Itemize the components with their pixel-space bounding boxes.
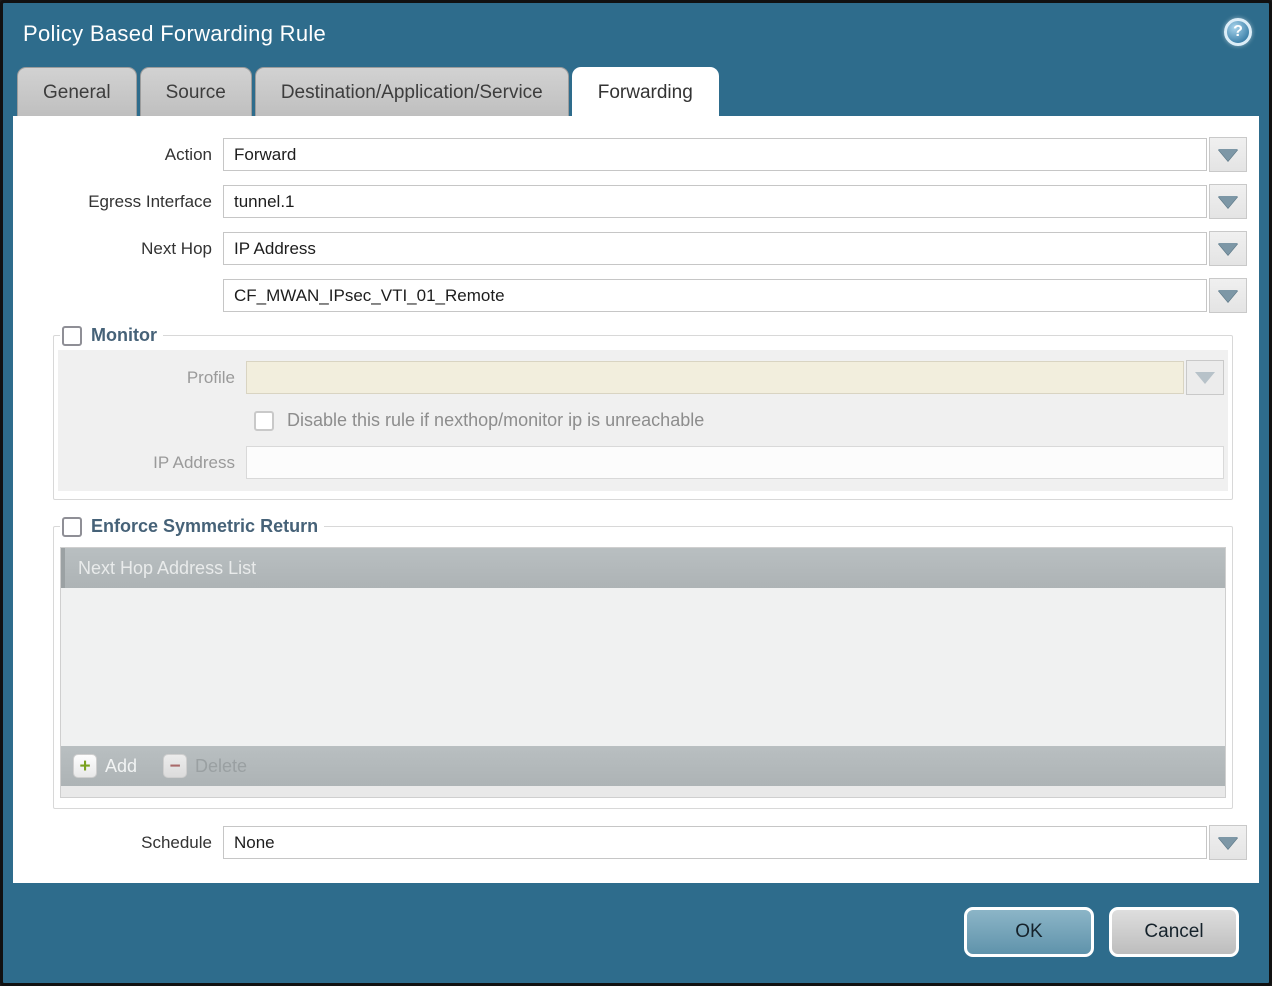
next-hop-address-row: CF_MWAN_IPsec_VTI_01_Remote bbox=[25, 278, 1247, 313]
monitor-ip-address-label: IP Address bbox=[58, 453, 246, 473]
action-dropdown-button[interactable] bbox=[1209, 137, 1247, 172]
chevron-down-icon bbox=[1218, 837, 1238, 849]
dialog-title: Policy Based Forwarding Rule bbox=[23, 21, 326, 46]
chevron-down-icon bbox=[1218, 290, 1238, 302]
tab-general[interactable]: General bbox=[17, 67, 137, 116]
dialog-titlebar: Policy Based Forwarding Rule ? bbox=[3, 3, 1269, 67]
monitor-panel: Profile Disable this rule if nexthop/mon… bbox=[58, 350, 1228, 491]
disable-rule-checkbox bbox=[254, 411, 274, 431]
monitor-ip-address-row: IP Address bbox=[58, 446, 1224, 479]
next-hop-address-list-body[interactable] bbox=[61, 588, 1225, 746]
add-button[interactable]: + Add bbox=[73, 754, 137, 778]
next-hop-type-dropdown-button[interactable] bbox=[1209, 231, 1247, 266]
next-hop-address-list-header-label: Next Hop Address List bbox=[78, 558, 256, 579]
action-row: Action Forward bbox=[25, 137, 1247, 172]
next-hop-label: Next Hop bbox=[25, 239, 223, 259]
egress-interface-row: Egress Interface tunnel.1 bbox=[25, 184, 1247, 219]
next-hop-address-list-toolbar: + Add − Delete bbox=[61, 746, 1225, 786]
chevron-down-icon bbox=[1195, 372, 1215, 384]
forwarding-tab-panel: Action Forward Egress Interface tunnel.1… bbox=[13, 116, 1259, 883]
enforce-symmetric-return-checkbox[interactable] bbox=[62, 517, 82, 537]
next-hop-row: Next Hop IP Address bbox=[25, 231, 1247, 266]
profile-label: Profile bbox=[58, 368, 246, 388]
schedule-row: Schedule None bbox=[25, 825, 1247, 860]
dialog-footer: OK Cancel bbox=[3, 881, 1269, 983]
egress-interface-dropdown[interactable]: tunnel.1 bbox=[223, 185, 1207, 218]
egress-interface-dropdown-button[interactable] bbox=[1209, 184, 1247, 219]
table-bottom-strip bbox=[61, 786, 1225, 797]
chevron-down-icon bbox=[1218, 243, 1238, 255]
schedule-dropdown[interactable]: None bbox=[223, 826, 1207, 859]
help-icon-glyph: ? bbox=[1233, 23, 1243, 41]
tab-source-label: Source bbox=[166, 82, 226, 103]
tab-destination-application-service-label: Destination/Application/Service bbox=[281, 82, 543, 103]
next-hop-address-list-header: Next Hop Address List bbox=[61, 548, 1225, 588]
action-label: Action bbox=[25, 145, 223, 165]
add-plus-icon: + bbox=[73, 754, 97, 778]
add-button-label: Add bbox=[105, 756, 137, 777]
delete-button: − Delete bbox=[163, 754, 247, 778]
profile-row: Profile bbox=[58, 360, 1224, 395]
next-hop-address-dropdown-button[interactable] bbox=[1209, 278, 1247, 313]
tab-general-label: General bbox=[43, 82, 111, 103]
tab-forwarding[interactable]: Forwarding bbox=[572, 67, 719, 116]
egress-interface-label: Egress Interface bbox=[25, 192, 223, 212]
tab-forwarding-label: Forwarding bbox=[598, 82, 693, 103]
delete-minus-icon: − bbox=[163, 754, 187, 778]
monitor-checkbox[interactable] bbox=[62, 326, 82, 346]
cancel-button[interactable]: Cancel bbox=[1109, 907, 1239, 957]
action-dropdown[interactable]: Forward bbox=[223, 138, 1207, 171]
help-icon[interactable]: ? bbox=[1224, 18, 1252, 46]
chevron-down-icon bbox=[1218, 196, 1238, 208]
monitor-ip-address-input bbox=[246, 446, 1224, 479]
ok-button[interactable]: OK bbox=[964, 907, 1094, 957]
schedule-label: Schedule bbox=[25, 833, 223, 853]
next-hop-address-dropdown[interactable]: CF_MWAN_IPsec_VTI_01_Remote bbox=[223, 279, 1207, 312]
tab-source[interactable]: Source bbox=[140, 67, 252, 116]
delete-button-label: Delete bbox=[195, 756, 247, 777]
tab-bar: General Source Destination/Application/S… bbox=[3, 67, 1269, 116]
next-hop-type-dropdown[interactable]: IP Address bbox=[223, 232, 1207, 265]
disable-rule-row: Disable this rule if nexthop/monitor ip … bbox=[254, 407, 1224, 434]
monitor-legend: Monitor bbox=[91, 325, 157, 346]
enforce-symmetric-return-section: Enforce Symmetric Return Next Hop Addres… bbox=[53, 516, 1233, 809]
profile-dropdown bbox=[246, 361, 1184, 394]
profile-dropdown-button bbox=[1186, 360, 1224, 395]
chevron-down-icon bbox=[1218, 149, 1238, 161]
disable-rule-label: Disable this rule if nexthop/monitor ip … bbox=[287, 410, 704, 431]
tab-destination-application-service[interactable]: Destination/Application/Service bbox=[255, 67, 569, 116]
schedule-dropdown-button[interactable] bbox=[1209, 825, 1247, 860]
policy-based-forwarding-rule-dialog: Policy Based Forwarding Rule ? General S… bbox=[0, 0, 1272, 986]
monitor-section: Monitor Profile Disable this rule if nex… bbox=[53, 325, 1233, 500]
next-hop-address-list-table: Next Hop Address List + Add − Delete bbox=[60, 547, 1226, 798]
enforce-symmetric-return-legend: Enforce Symmetric Return bbox=[91, 516, 318, 537]
